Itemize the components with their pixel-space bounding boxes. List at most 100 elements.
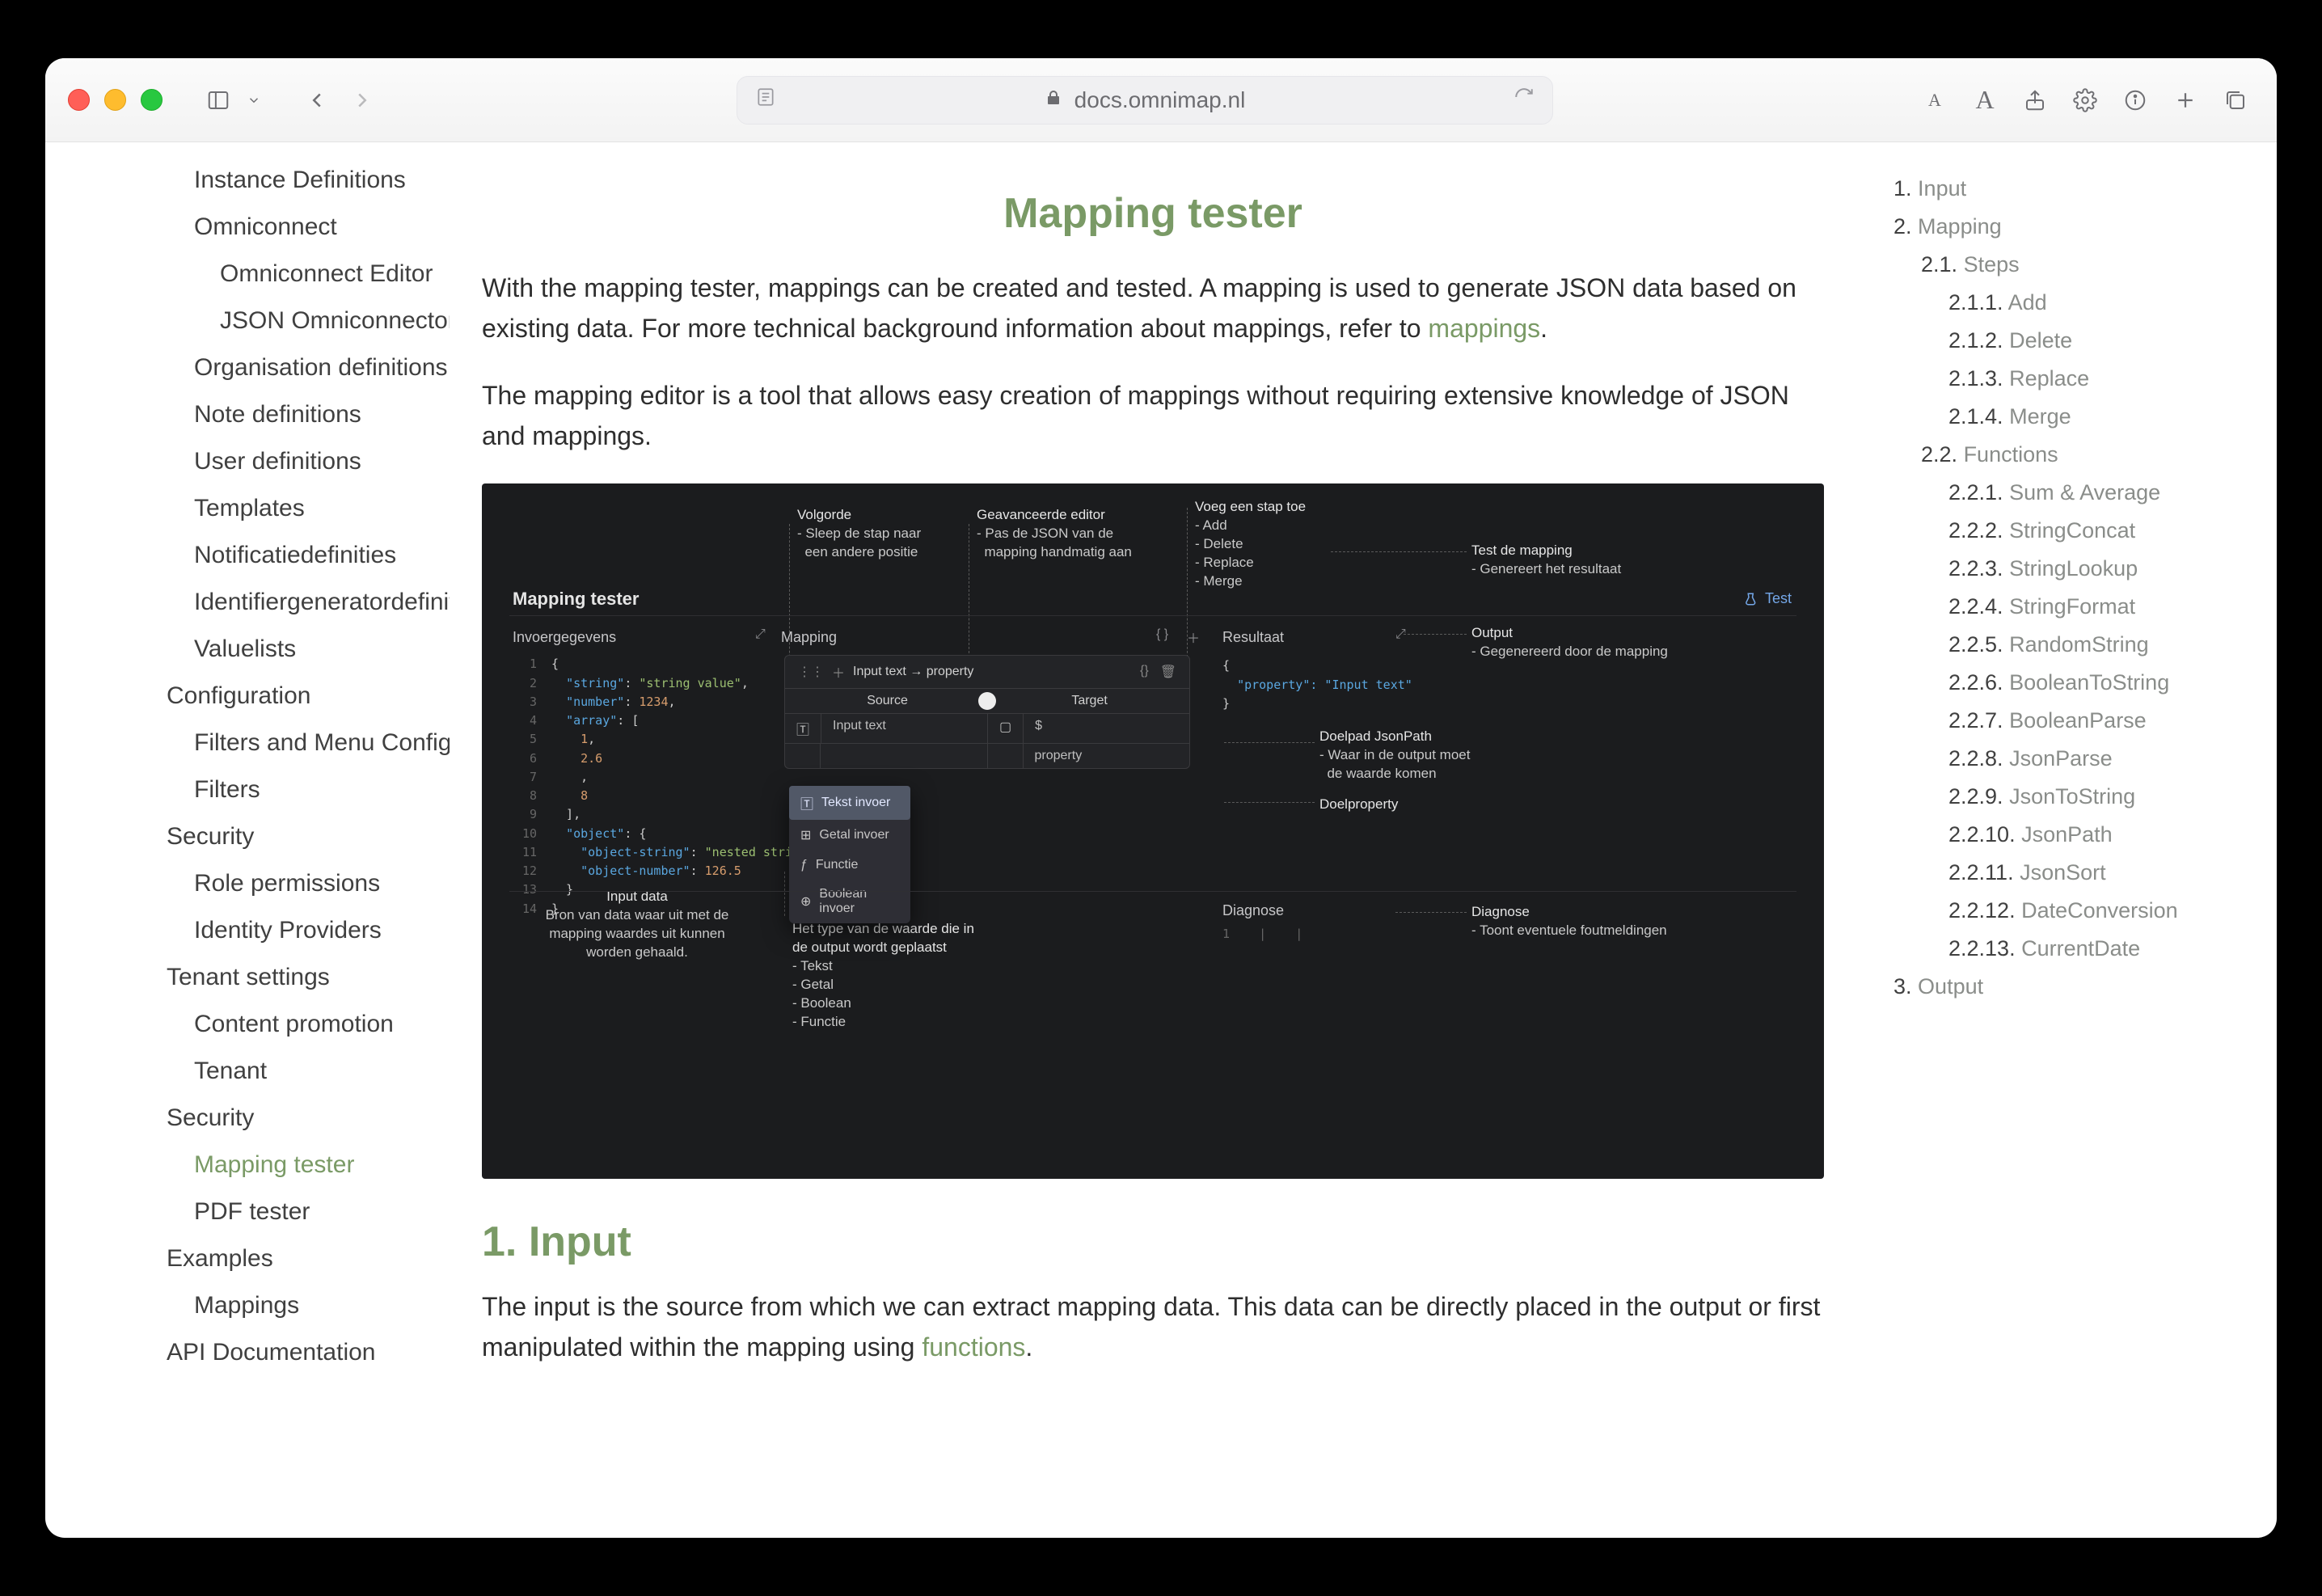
plus-icon[interactable]: ＋ [1187, 627, 1200, 647]
toggle-knob[interactable] [978, 692, 996, 710]
toc-item[interactable]: 2.2.6. BooleanToString [1889, 664, 2252, 702]
sidebar-item[interactable]: Omniconnect [70, 204, 430, 251]
boolean-type-icon: ⊕ [800, 893, 811, 910]
callout-type-title: Het type van de waarde die in de output … [792, 920, 974, 957]
sidebar-item[interactable]: Tenant [70, 1048, 430, 1095]
minimize-window-button[interactable] [104, 89, 126, 111]
ss-input-json: 1{ 2 "string": "string value", 3 "number… [513, 655, 800, 918]
toc-item[interactable]: 2.1. Steps [1889, 246, 2252, 284]
ss-row-source[interactable]: Input text [821, 714, 988, 743]
tabs-overview-button[interactable] [2217, 82, 2254, 119]
sidebar-item[interactable]: Instance Definitions [70, 157, 430, 204]
drag-icon[interactable]: ⋮⋮ [798, 664, 824, 680]
url-text: docs.omnimap.nl [1074, 87, 1246, 113]
ss-panel-result: Resultaat [1222, 629, 1284, 646]
ss-map-head-text: Input text → property [853, 665, 973, 679]
toc-item[interactable]: 1. Input [1889, 170, 2252, 208]
section-1-body: The input is the source from which we ca… [482, 1287, 1824, 1367]
ss-mapping-card[interactable]: ⋮⋮ ＋ Input text → property {} 🗑 Source T… [784, 655, 1190, 769]
close-window-button[interactable] [68, 89, 90, 111]
toc-item[interactable]: 2.2. Functions [1889, 436, 2252, 474]
toc-item[interactable]: 2.2.13. CurrentDate [1889, 930, 2252, 968]
callout-type-body: - Tekst - Getal - Boolean - Functie [792, 957, 974, 1032]
sidebar-item[interactable]: Tenant settings [70, 954, 430, 1001]
toc-item[interactable]: 2.2.3. StringLookup [1889, 550, 2252, 588]
back-button[interactable] [298, 82, 336, 119]
sidebar-item[interactable]: Notificatiedefinities [70, 532, 430, 579]
toc-item[interactable]: 2.1.2. Delete [1889, 322, 2252, 360]
sidebar-item[interactable]: Mappings [70, 1282, 430, 1329]
ss-type-dropdown[interactable]: 🅃Tekst invoer ⊞Getal invoer ƒFunctie ⊕Bo… [789, 786, 910, 923]
reader-small-button[interactable]: A [1916, 82, 1953, 119]
toc-item[interactable]: 2.2.8. JsonParse [1889, 740, 2252, 778]
address-bar[interactable]: docs.omnimap.nl [737, 76, 1553, 125]
toc-item[interactable]: 2.2.7. BooleanParse [1889, 702, 2252, 740]
expand-icon[interactable]: ⤢ [1395, 627, 1406, 642]
sidebar-item[interactable]: Configuration [70, 673, 430, 720]
sidebar-item[interactable]: API Documentation [70, 1329, 430, 1376]
delete-icon[interactable]: 🗑 [1160, 664, 1176, 680]
toc-item[interactable]: 2.1.3. Replace [1889, 360, 2252, 398]
settings-button[interactable] [2067, 82, 2104, 119]
ss-panel-mapping: Mapping [781, 629, 837, 646]
expand-icon[interactable]: ⤢ [755, 627, 766, 642]
braces-icon[interactable]: {} [1140, 664, 1149, 680]
ss-title: Mapping tester [513, 589, 639, 610]
callout-output-body: - Gegenereerd door de mapping [1471, 643, 1668, 661]
text-type-icon[interactable]: 🅃 [785, 714, 821, 743]
braces-icon[interactable]: { } [1156, 627, 1168, 642]
sidebar-item[interactable]: JSON Omniconnector [70, 298, 430, 344]
sidebar-dropdown-button[interactable] [239, 82, 269, 119]
toc-item[interactable]: 2.1.4. Merge [1889, 398, 2252, 436]
sidebar-item[interactable]: Identity Providers [70, 907, 430, 954]
toc-item[interactable]: 3. Output [1889, 968, 2252, 1006]
toc-item[interactable]: 2. Mapping [1889, 208, 2252, 246]
callout-doelprop-title: Doelproperty [1319, 796, 1398, 814]
fullscreen-window-button[interactable] [141, 89, 163, 111]
reload-button[interactable] [1514, 87, 1535, 113]
ss-test-button[interactable]: Test [1744, 590, 1792, 607]
ss-result-json: { "property": "Input text"} [1222, 657, 1412, 713]
toc-item[interactable]: 2.2.11. JsonSort [1889, 854, 2252, 892]
sidebar-item[interactable]: User definitions [70, 438, 430, 485]
functions-link[interactable]: functions [922, 1332, 1025, 1362]
ss-target-label: Target [1071, 694, 1107, 708]
toc-item[interactable]: 2.2.10. JsonPath [1889, 816, 2252, 854]
toc-item[interactable]: 2.2.5. RandomString [1889, 626, 2252, 664]
toc-item[interactable]: 2.1.1. Add [1889, 284, 2252, 322]
toc-item[interactable]: 2.2.2. StringConcat [1889, 512, 2252, 550]
info-button[interactable] [2117, 82, 2154, 119]
sidebar-item[interactable]: Identifiergeneratordefinitions [70, 579, 430, 626]
mappings-link[interactable]: mappings [1428, 314, 1540, 343]
sidebar-item[interactable]: Content promotion [70, 1001, 430, 1048]
sidebar-item[interactable]: Omniconnect Editor [70, 251, 430, 298]
ss-row-target[interactable]: $ [1024, 714, 1189, 743]
share-button[interactable] [2016, 82, 2054, 119]
toc-item[interactable]: 2.2.1. Sum & Average [1889, 474, 2252, 512]
sidebar-item[interactable]: Role permissions [70, 860, 430, 907]
sidebar-item[interactable]: Security [70, 1095, 430, 1142]
sidebar-item[interactable]: Templates [70, 485, 430, 532]
sidebar-item[interactable]: Examples [70, 1235, 430, 1282]
sidebar-item[interactable]: Security [70, 813, 430, 860]
toc-item[interactable]: 2.2.4. StringFormat [1889, 588, 2252, 626]
sidebar-item[interactable]: Mapping tester [70, 1142, 430, 1189]
toc-item[interactable]: 2.2.12. DateConversion [1889, 892, 2252, 930]
sidebar-item[interactable]: PDF tester [70, 1189, 430, 1235]
mapping-tester-screenshot: Volgorde - Sleep de stap naar een andere… [482, 483, 1824, 1179]
sidebar-item[interactable]: Valuelists [70, 626, 430, 673]
reader-large-button[interactable]: A [1966, 82, 2003, 119]
sidebar-toggle-button[interactable] [200, 82, 237, 119]
page-title: Mapping tester [482, 189, 1824, 238]
toc-item[interactable]: 2.2.9. JsonToString [1889, 778, 2252, 816]
sidebar-item[interactable]: Filters and Menu Configuration [70, 720, 430, 766]
sidebar-item[interactable]: Filters [70, 766, 430, 813]
forward-button[interactable] [344, 82, 381, 119]
ss-row2-target[interactable]: property [1024, 744, 1190, 768]
page-settings-icon[interactable] [755, 87, 776, 113]
sidebar-item[interactable]: Organisation definitions [70, 344, 430, 391]
new-tab-button[interactable] [2167, 82, 2204, 119]
sidebar-item[interactable]: Note definitions [70, 391, 430, 438]
doc-sidebar[interactable]: Instance DefinitionsOmniconnectOmniconne… [45, 142, 450, 1538]
table-of-contents[interactable]: 1. Input2. Mapping2.1. Steps2.1.1. Add2.… [1872, 142, 2277, 1538]
